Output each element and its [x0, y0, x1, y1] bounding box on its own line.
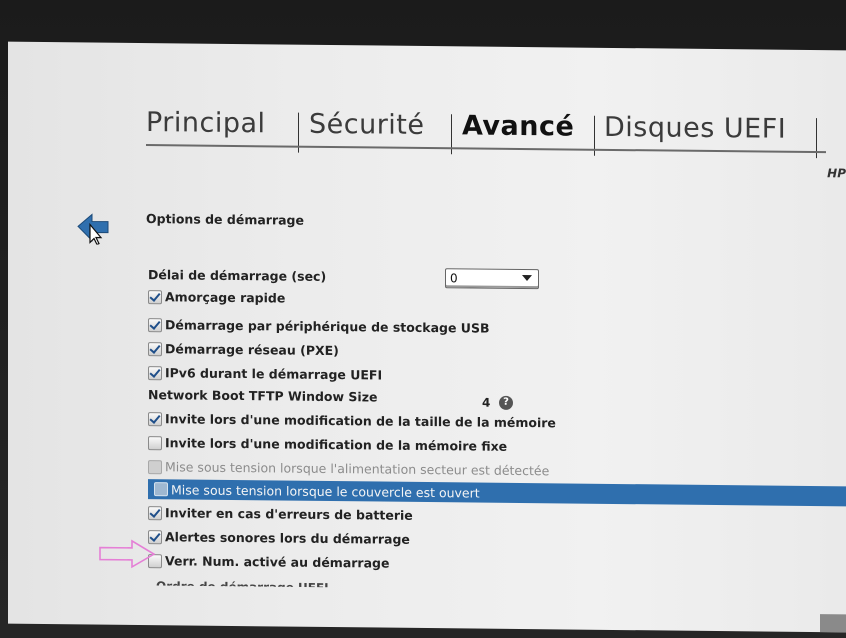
option-boot-beeps[interactable]: Alertes sonores lors du démarrage [148, 529, 410, 547]
option-battery-error-prompt[interactable]: Inviter en cas d'erreurs de batterie [148, 505, 413, 523]
checkbox-checked[interactable] [148, 411, 162, 426]
tftp-window-value[interactable]: 4 [482, 396, 490, 410]
bios-screen: Principal Sécurité Avancé Disques UEFI H… [8, 41, 846, 633]
option-usb-boot[interactable]: Démarrage par périphérique de stockage U… [148, 317, 489, 336]
tftp-window-label: Network Boot TFTP Window Size [148, 387, 378, 405]
bottom-button-partial[interactable] [820, 614, 846, 633]
checkbox-checked[interactable] [148, 505, 162, 520]
tab-securite[interactable]: Sécurité [309, 109, 425, 141]
boot-delay-value: 0 [450, 271, 458, 286]
checkbox-checked[interactable] [148, 341, 162, 356]
checkbox-checked[interactable] [148, 289, 162, 304]
tab-avance[interactable]: Avancé [462, 110, 574, 142]
tab-disques-uefi[interactable]: Disques UEFI [604, 112, 786, 145]
checkbox-checked[interactable] [148, 365, 162, 380]
option-fixed-memory-prompt[interactable]: Invite lors d'une modification de la mém… [148, 435, 507, 454]
chevron-down-icon [522, 274, 532, 282]
monitor-bezel: Principal Sécurité Avancé Disques UEFI H… [0, 0, 846, 638]
tab-principal[interactable]: Principal [146, 107, 266, 139]
back-arrow-icon[interactable] [76, 212, 112, 245]
checkbox-checked[interactable] [148, 317, 162, 332]
option-fast-boot[interactable]: Amorçage rapide [148, 289, 285, 306]
section-title: Options de démarrage [146, 211, 304, 228]
vendor-label: HP [827, 166, 846, 181]
option-power-on-ac: Mise sous tension lorsque l'alimentation… [148, 459, 549, 478]
boot-delay-label: Délai de démarrage (sec) [148, 267, 327, 284]
tab-bar: Principal Sécurité Avancé Disques UEFI [146, 107, 846, 166]
option-numlock-on-boot[interactable]: Verr. Num. activé au démarrage [148, 553, 389, 571]
annotation-arrow-icon [99, 539, 156, 569]
help-icon[interactable]: ? [499, 395, 513, 410]
option-pxe-boot[interactable]: Démarrage réseau (PXE) [148, 341, 339, 358]
option-power-on-lid-open[interactable]: Mise sous tension lorsque le couvercle e… [148, 479, 846, 507]
boot-order-row-partial[interactable]: Ordre de démarrage UEFI [156, 579, 329, 595]
option-ipv6-uefi[interactable]: IPv6 durant le démarrage UEFI [148, 365, 382, 383]
checkbox-unchecked[interactable] [154, 482, 168, 497]
checkbox-disabled [148, 459, 162, 474]
option-memory-size-prompt[interactable]: Invite lors d'une modification de la tai… [148, 411, 556, 430]
checkbox-unchecked[interactable] [148, 435, 162, 450]
boot-delay-select[interactable]: 0 [445, 268, 539, 290]
